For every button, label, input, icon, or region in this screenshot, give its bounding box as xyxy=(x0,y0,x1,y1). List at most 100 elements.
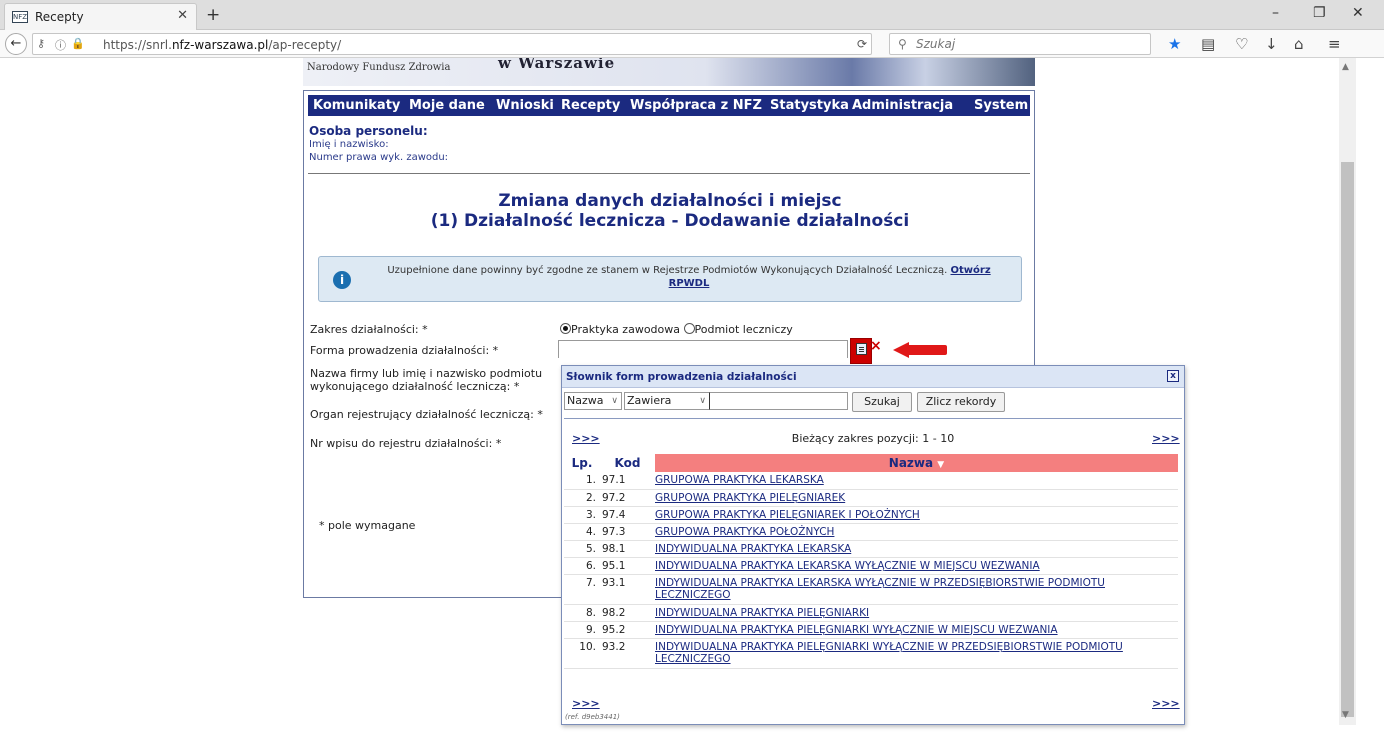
dialog-close-icon[interactable]: x xyxy=(1167,370,1179,382)
mode-select[interactable]: Zawiera ∨ xyxy=(624,392,710,410)
restore-icon[interactable]: ❐ xyxy=(1313,5,1326,21)
row-kod: 97.3 xyxy=(600,523,655,541)
menu-statystyka[interactable]: Statystyka xyxy=(770,95,849,116)
radio-podmiot-label: Podmiot leczniczy xyxy=(694,323,793,336)
dialog-title: Słownik form prowadzenia działalności xyxy=(566,371,797,383)
menu-recepty[interactable]: Recepty xyxy=(561,95,620,116)
minimize-icon[interactable]: – xyxy=(1272,5,1279,21)
row-lp: 7. xyxy=(564,574,600,605)
download-icon[interactable]: ↓ xyxy=(1265,35,1278,53)
dictionary-picker-button[interactable] xyxy=(850,338,872,364)
info-box: i Uzupełnione dane powinny być zgodne ze… xyxy=(318,256,1022,302)
back-icon[interactable]: ← xyxy=(5,33,27,55)
row-lp: 2. xyxy=(564,489,600,507)
col-nazwa[interactable]: Nazwa ▼ xyxy=(655,454,1178,472)
pager-bottom-left[interactable]: >>> xyxy=(572,697,600,710)
close-window-icon[interactable]: ✕ xyxy=(1352,5,1364,21)
field-select[interactable]: Nazwa ∨ xyxy=(564,392,622,410)
row-nazwa-link[interactable]: GRUPOWA PRAKTYKA POŁOŻNYCH xyxy=(655,526,834,538)
row-lp: 8. xyxy=(564,604,600,622)
row-nazwa-link[interactable]: GRUPOWA PRAKTYKA PIELĘGNIAREK I POŁOŻNYC… xyxy=(655,509,920,521)
count-records-button[interactable]: Zlicz rekordy xyxy=(917,392,1005,412)
home-icon[interactable]: ⌂ xyxy=(1294,35,1304,53)
row-nazwa-link[interactable]: INDYWIDUALNA PRAKTYKA PIELĘGNIARKI WYŁĄC… xyxy=(655,624,1058,636)
ref-code: (ref. d9eb3441) xyxy=(565,713,620,721)
menu-komunikaty[interactable]: Komunikaty xyxy=(313,95,400,116)
table-row[interactable]: 8. 98.2 INDYWIDUALNA PRAKTYKA PIELĘGNIARKI xyxy=(564,604,1178,622)
divider xyxy=(308,173,1030,174)
info-icon[interactable]: ⓘ xyxy=(55,37,66,53)
reload-icon[interactable]: ⟳ xyxy=(857,37,867,51)
row-nazwa-link[interactable]: INDYWIDUALNA PRAKTYKA PIELĘGNIARKI WYŁĄC… xyxy=(655,641,1123,665)
new-tab-icon[interactable]: + xyxy=(206,5,220,25)
pocket-icon[interactable]: ♡ xyxy=(1235,35,1248,53)
close-tab-icon[interactable]: ✕ xyxy=(177,8,188,23)
row-nazwa-link[interactable]: INDYWIDUALNA PRAKTYKA LEKARSKA WYŁĄCZNIE… xyxy=(655,560,1040,572)
register-label: Nr wpisu do rejestru działalności: * xyxy=(310,437,502,450)
range-text: Bieżący zakres pozycji: 1 - 10 xyxy=(791,432,955,445)
dictionary-dialog: Słownik form prowadzenia działalności x … xyxy=(561,365,1185,725)
row-nazwa: INDYWIDUALNA PRAKTYKA LEKARSKA WYŁĄCZNIE… xyxy=(655,574,1178,605)
row-nazwa: GRUPOWA PRAKTYKA PIELĘGNIAREK xyxy=(655,489,1178,507)
library-icon[interactable]: ▤ xyxy=(1201,35,1215,53)
menu-icon[interactable]: ≡ xyxy=(1328,35,1341,53)
scroll-up-icon[interactable]: ▲ xyxy=(1342,62,1349,72)
row-kod: 95.1 xyxy=(600,557,655,575)
pager-bottom-right[interactable]: >>> xyxy=(1152,697,1180,710)
search-button[interactable]: Szukaj xyxy=(852,392,912,412)
page-scrollbar[interactable]: ▲ ▼ xyxy=(1339,58,1356,725)
table-row[interactable]: 10. 93.2 INDYWIDUALNA PRAKTYKA PIELĘGNIARK… xyxy=(564,638,1178,669)
chevron-down-icon: ∨ xyxy=(699,396,706,406)
row-lp: 3. xyxy=(564,506,600,524)
table-row[interactable]: 9. 95.2 INDYWIDUALNA PRAKTYKA PIELĘGNIARKI… xyxy=(564,621,1178,639)
info-text: Uzupełnione dane powinny być zgodne ze s… xyxy=(387,265,991,289)
menu-wspolpraca[interactable]: Współpraca z NFZ xyxy=(630,95,762,116)
table-row[interactable]: 4. 97.3 GRUPOWA PRAKTYKA POŁOŻNYCH xyxy=(564,523,1178,541)
row-nazwa-link[interactable]: INDYWIDUALNA PRAKTYKA PIELĘGNIARKI xyxy=(655,607,869,619)
browser-tab[interactable]: NFZ Recepty ✕ xyxy=(4,3,197,30)
search-input[interactable] xyxy=(916,37,1116,51)
banner-city: w Warszawie xyxy=(498,58,616,72)
radio-praktyka-zawodowa[interactable] xyxy=(560,323,571,334)
banner-org: Narodowy Fundusz Zdrowia xyxy=(307,62,451,73)
row-nazwa-link[interactable]: INDYWIDUALNA PRAKTYKA LEKARSKA WYŁĄCZNIE… xyxy=(655,577,1105,601)
row-nazwa-link[interactable]: INDYWIDUALNA PRAKTYKA LEKARSKA xyxy=(655,543,851,555)
scroll-down-icon[interactable]: ▼ xyxy=(1342,710,1349,720)
form-type-input[interactable] xyxy=(558,340,848,358)
table-row[interactable]: 3. 97.4 GRUPOWA PRAKTYKA PIELĘGNIAREK I PO… xyxy=(564,506,1178,524)
table-row[interactable]: 6. 95.1 INDYWIDUALNA PRAKTYKA LEKARSKA WYŁ… xyxy=(564,557,1178,575)
row-nazwa-link[interactable]: GRUPOWA PRAKTYKA LEKARSKA xyxy=(655,474,824,486)
scroll-thumb[interactable] xyxy=(1341,162,1354,717)
menu-administracja[interactable]: Administracja xyxy=(852,95,953,116)
dialog-search-input[interactable] xyxy=(709,392,848,410)
dialog-header: Słownik form prowadzenia działalności x xyxy=(562,366,1184,388)
table-row[interactable]: 5. 98.1 INDYWIDUALNA PRAKTYKA LEKARSKA xyxy=(564,540,1178,558)
info-circle-icon: i xyxy=(333,271,351,289)
url-text[interactable]: https://snrl.nfz-warszawa.pl/ap-recepty/ xyxy=(103,38,341,52)
menu-system[interactable]: System xyxy=(974,95,1028,116)
table-row[interactable]: 1. 97.1 GRUPOWA PRAKTYKA LEKARSKA xyxy=(564,472,1178,490)
person-name-label: Imię i nazwisko: xyxy=(309,139,389,150)
chevron-down-icon: ∨ xyxy=(611,396,618,406)
menu-moje-dane[interactable]: Moje dane xyxy=(409,95,485,116)
table-row[interactable]: 7. 93.1 INDYWIDUALNA PRAKTYKA LEKARSKA WYŁ… xyxy=(564,574,1178,605)
row-nazwa: GRUPOWA PRAKTYKA PIELĘGNIAREK I POŁOŻNYC… xyxy=(655,506,1178,524)
radio-podmiot-leczniczy[interactable] xyxy=(683,323,695,334)
nfz-favicon-icon: NFZ xyxy=(12,11,28,23)
lock-icon[interactable]: 🔒 xyxy=(71,37,85,50)
page-subtitle: (1) Działalność lecznicza - Dodawanie dz… xyxy=(430,211,910,231)
menu-wnioski[interactable]: Wnioski xyxy=(496,95,554,116)
row-nazwa: GRUPOWA PRAKTYKA LEKARSKA xyxy=(655,472,1178,490)
list-icon xyxy=(856,343,867,355)
col-lp: Lp. xyxy=(571,456,593,470)
key-icon[interactable]: ⚷ xyxy=(37,37,45,50)
search-box[interactable]: ⚲ xyxy=(889,33,1151,55)
row-kod: 98.2 xyxy=(600,604,655,622)
row-nazwa-link[interactable]: GRUPOWA PRAKTYKA PIELĘGNIAREK xyxy=(655,492,845,504)
col-kod[interactable]: Kod xyxy=(600,454,655,472)
table-row[interactable]: 2. 97.2 GRUPOWA PRAKTYKA PIELĘGNIAREK xyxy=(564,489,1178,507)
clear-icon[interactable]: × xyxy=(870,338,882,354)
bookmark-star-icon[interactable]: ★ xyxy=(1168,35,1181,53)
url-bar[interactable]: ⚷ ⓘ 🔒 https://snrl.nfz-warszawa.pl/ap-re… xyxy=(32,33,872,55)
dictionary-table: Lp. Kod Nazwa ▼ 1. 97.1 GRUPOWA PRAKTYKA L… xyxy=(564,454,1178,669)
